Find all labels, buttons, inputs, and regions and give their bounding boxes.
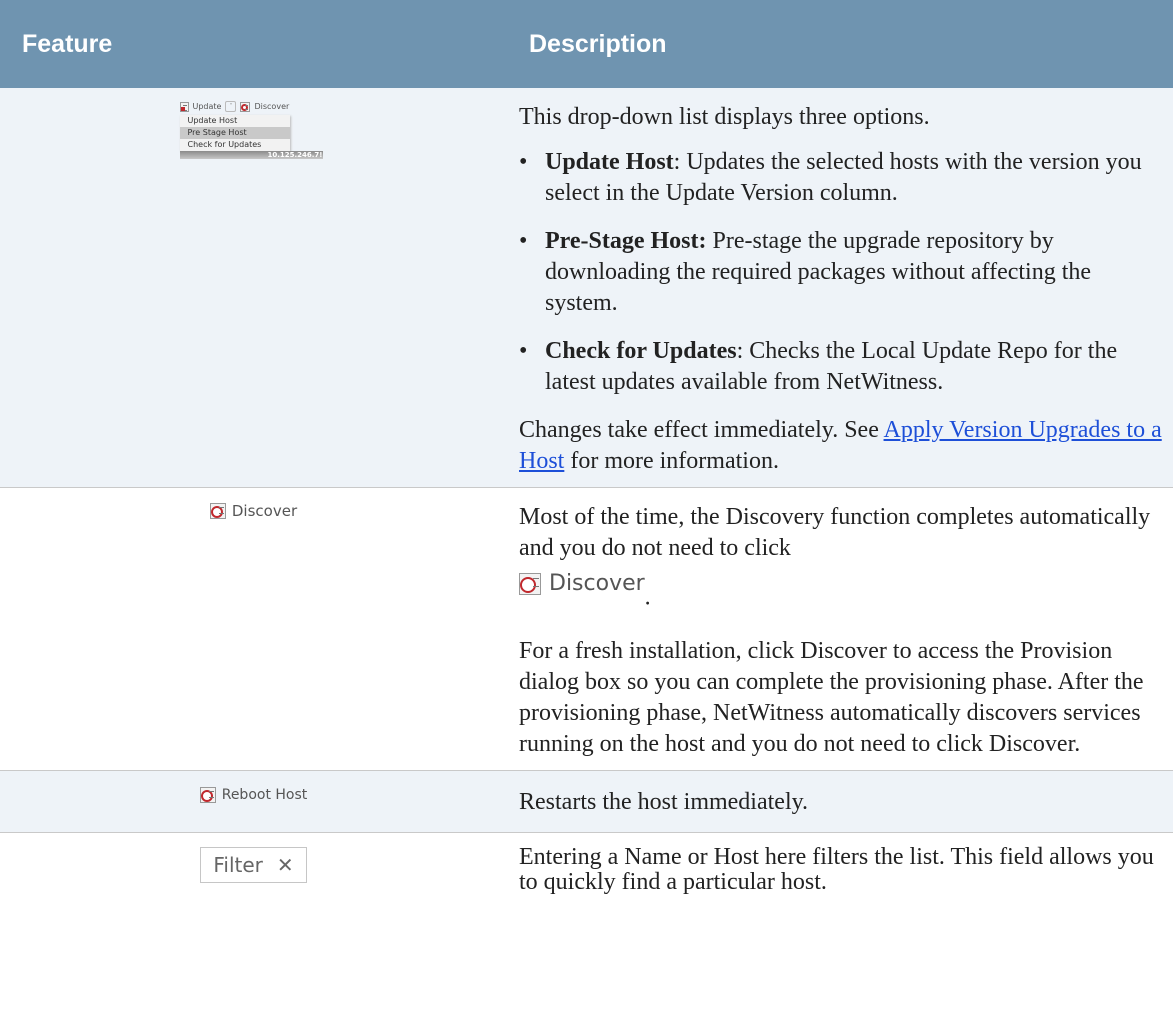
description-cell-update: This drop-down list displays three optio… (507, 88, 1173, 488)
option-term: Check for Updates (545, 338, 737, 364)
description-cell-filter: Entering a Name or Host here filters the… (507, 832, 1173, 905)
list-item: • Update Host: Updates the selected hosts… (519, 149, 1142, 206)
update-dropdown-menu: Update Host Pre Stage Host Check for Upd… (179, 115, 290, 151)
discover-icon (240, 101, 251, 112)
discover-text-2: For a fresh installation, click Discover… (519, 637, 1144, 757)
filter-input-screenshot: Filter ✕ (200, 846, 307, 883)
update-dropdown-screenshot: Update ˅ Discover Update Host Pre Stage … (179, 98, 328, 159)
discover-inline-button: Discover (519, 568, 645, 599)
chevron-down-icon: ˅ (225, 101, 237, 112)
update-intro-text: This drop-down list displays three optio… (519, 104, 930, 130)
feature-cell-discover: Discover (0, 487, 507, 771)
reboot-text: Restarts the host immediately. (519, 788, 809, 815)
reboot-host-icon (199, 786, 216, 803)
description-cell-reboot: Restarts the host immediately. (507, 770, 1173, 833)
table-row-discover: Discover Most of the time, the Discovery… (0, 487, 1173, 771)
host-ip-strip: 10.125.246.7! (179, 151, 323, 159)
feature-cell-filter: Filter ✕ (0, 832, 507, 905)
discover-icon (519, 572, 541, 595)
update-dropdown-label: Update (192, 102, 222, 111)
update-outro-text: Changes take effect immediately. See App… (519, 417, 1162, 474)
discover-text-1: Most of the time, the Discovery function… (519, 504, 1151, 611)
discover-label-mini: Discover (254, 102, 290, 111)
menu-item-pre-stage-host: Pre Stage Host (179, 127, 290, 139)
list-item: • Check for Updates: Checks the Local Upd… (519, 338, 1118, 395)
filter-placeholder: Filter (213, 852, 263, 877)
feature-cell-update: Update ˅ Discover Update Host Pre Stage … (0, 88, 507, 488)
header-row: Feature Description (0, 0, 1173, 88)
feature-table: Feature Description Update ˅ Discover Up… (0, 0, 1173, 905)
discover-button-screenshot: Discover (209, 502, 298, 520)
menu-item-check-for-updates: Check for Updates (187, 140, 262, 149)
feature-cell-reboot: Reboot Host (0, 770, 507, 833)
update-host-icon (179, 101, 189, 112)
reboot-host-label: Reboot Host (221, 786, 308, 803)
table-row-reboot: Reboot Host Restarts the host immediatel… (0, 770, 1173, 833)
discover-inline-label: Discover (549, 571, 645, 596)
reboot-host-button-screenshot: Reboot Host (199, 786, 308, 803)
filter-text: Entering a Name or Host here filters the… (519, 843, 1154, 895)
menu-item-update-host: Update Host (187, 116, 238, 125)
description-cell-discover: Most of the time, the Discovery function… (507, 487, 1173, 771)
feature-column-header: Feature (0, 0, 507, 88)
description-column-header: Description (507, 0, 1173, 88)
table-row-filter: Filter ✕ Entering a Name or Host here fi… (0, 832, 1173, 905)
option-term: Pre-Stage Host: (545, 228, 707, 254)
discover-icon (209, 503, 226, 519)
close-icon: ✕ (276, 852, 294, 877)
option-term: Update Host (545, 149, 674, 175)
update-options-list: • Update Host: Updates the selected hosts… (519, 147, 1163, 398)
table-row-update: Update ˅ Discover Update Host Pre Stage … (0, 88, 1173, 488)
list-item: • Pre-Stage Host: Pre-stage the upgrade r… (519, 228, 1092, 316)
discover-label: Discover (231, 502, 298, 520)
